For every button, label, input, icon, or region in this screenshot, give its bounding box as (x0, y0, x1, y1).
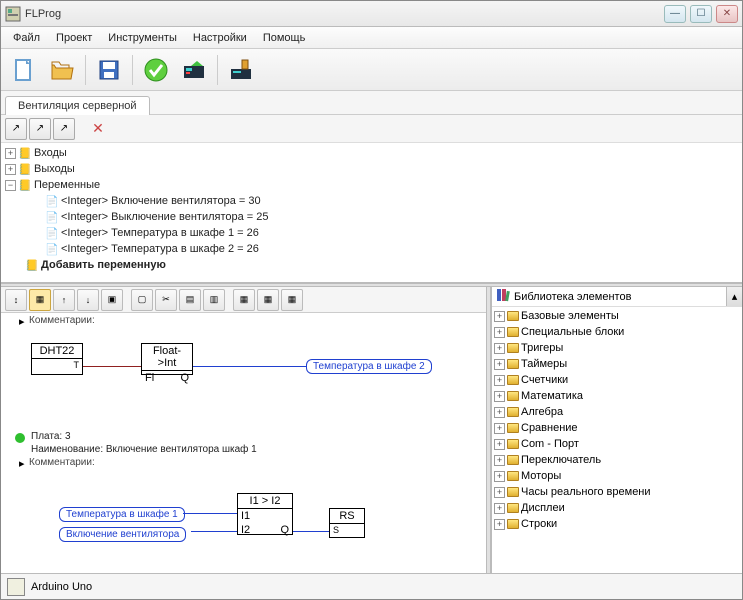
lib-item-5[interactable]: +Математика (494, 388, 740, 404)
ctb-9[interactable]: ▥ (203, 289, 225, 311)
lib-item-2[interactable]: +Тригеры (494, 340, 740, 356)
ctb-10[interactable]: ▦ (233, 289, 255, 311)
block-comparator[interactable]: I1 > I2 I1 I2Q (237, 493, 293, 535)
library-header: Библиотека элементов ▴ (492, 287, 742, 307)
new-file-button[interactable] (7, 53, 41, 87)
arrow-icon: ▸ (19, 315, 25, 328)
tab-project[interactable]: Вентиляция серверной (5, 96, 150, 115)
canvas-toolbar: ↕ ▦ ↑ ↓ ▣ ▢ ✂ ▤ ▥ ▦ ▦ ▦ (1, 287, 486, 313)
comments-label-1: Комментарии: (29, 315, 95, 326)
menu-help[interactable]: Помощь (255, 30, 314, 46)
tree-outputs[interactable]: +📒Выходы (5, 161, 738, 177)
block-rs[interactable]: RS S (329, 508, 365, 538)
diagram-canvas[interactable]: Комментарии: ▸ DHT22 T Float->Int FlQ (1, 313, 486, 573)
statusbar: Arduino Uno (1, 573, 742, 599)
lib-item-1[interactable]: +Специальные блоки (494, 324, 740, 340)
project-tree[interactable]: +📒Входы +📒Выходы −📒Переменные 📄<Integer>… (1, 143, 742, 283)
ctb-2[interactable]: ▦ (29, 289, 51, 311)
tree-variables[interactable]: −📒Переменные (5, 177, 738, 193)
tree-add-variable[interactable]: 📒Добавить переменную (5, 257, 738, 273)
menubar: Файл Проект Инструменты Настройки Помощь (1, 27, 742, 49)
plata-label: Плата: 3 (31, 431, 71, 442)
compile-button[interactable] (177, 53, 211, 87)
var-oval-temp2[interactable]: Температура в шкафе 2 (306, 359, 432, 374)
var-oval-temp1[interactable]: Температура в шкафе 1 (59, 507, 185, 522)
tree-var-3[interactable]: 📄<Integer> Температура в шкафе 2 = 26 (5, 241, 738, 257)
library-pane: Библиотека элементов ▴ +Базовые элементы… (491, 287, 742, 573)
block-dht22[interactable]: DHT22 T (31, 343, 83, 375)
lib-item-11[interactable]: +Часы реального времени (494, 484, 740, 500)
menu-file[interactable]: Файл (5, 30, 48, 46)
close-button[interactable]: ✕ (716, 5, 738, 23)
library-tree[interactable]: +Базовые элементы +Специальные блоки +Тр… (492, 307, 742, 573)
board-icon (7, 578, 25, 596)
lib-item-7[interactable]: +Сравнение (494, 420, 740, 436)
lib-item-0[interactable]: +Базовые элементы (494, 308, 740, 324)
ctb-cut[interactable]: ✂ (155, 289, 177, 311)
green-indicator (15, 433, 25, 443)
outline-btn-1[interactable]: ↗ (5, 118, 27, 140)
comments-label-2: Комментарии: (29, 457, 95, 468)
project-tabs: Вентиляция серверной (1, 91, 742, 115)
board-label: Arduino Uno (31, 581, 92, 593)
ctb-11[interactable]: ▦ (257, 289, 279, 311)
menu-settings[interactable]: Настройки (185, 30, 255, 46)
library-title: Библиотека элементов (514, 291, 631, 303)
port-t: T (32, 359, 82, 371)
ctb-1[interactable]: ↕ (5, 289, 27, 311)
naimenovanie-label: Наименование: Включение вентилятора шкаф… (31, 444, 257, 455)
outline-toolbar: ↗ ↗ ↗ ✕ (1, 115, 742, 143)
open-file-button[interactable] (45, 53, 79, 87)
ctb-12[interactable]: ▦ (281, 289, 303, 311)
lib-item-13[interactable]: +Строки (494, 516, 740, 532)
lib-item-8[interactable]: +Com - Порт (494, 436, 740, 452)
menu-tools[interactable]: Инструменты (100, 30, 185, 46)
menu-project[interactable]: Проект (48, 30, 100, 46)
scroll-up-icon[interactable]: ▴ (726, 287, 742, 306)
lib-item-4[interactable]: +Счетчики (494, 372, 740, 388)
ctb-copy[interactable]: ▢ (131, 289, 153, 311)
lib-item-12[interactable]: +Дисплеи (494, 500, 740, 516)
outline-btn-3[interactable]: ↗ (53, 118, 75, 140)
app-icon (5, 6, 21, 22)
outline-btn-2[interactable]: ↗ (29, 118, 51, 140)
maximize-button[interactable]: ☐ (690, 5, 712, 23)
window-title: FLProg (25, 8, 664, 20)
arrow-icon-2: ▸ (19, 457, 25, 470)
minimize-button[interactable]: — (664, 5, 686, 23)
canvas-pane: ↕ ▦ ↑ ↓ ▣ ▢ ✂ ▤ ▥ ▦ ▦ ▦ Комментарии: ▸ (1, 287, 486, 573)
tree-var-2[interactable]: 📄<Integer> Температура в шкафе 1 = 26 (5, 225, 738, 241)
outline-close-button[interactable]: ✕ (87, 118, 109, 140)
tree-var-1[interactable]: 📄<Integer> Выключение вентилятора = 25 (5, 209, 738, 225)
ctb-down[interactable]: ↓ (77, 289, 99, 311)
tree-inputs[interactable]: +📒Входы (5, 145, 738, 161)
lib-item-10[interactable]: +Моторы (494, 468, 740, 484)
check-button[interactable] (139, 53, 173, 87)
lib-item-9[interactable]: +Переключатель (494, 452, 740, 468)
upload-button[interactable] (224, 53, 258, 87)
main-toolbar (1, 49, 742, 91)
ctb-up[interactable]: ↑ (53, 289, 75, 311)
ctb-5[interactable]: ▣ (101, 289, 123, 311)
save-button[interactable] (92, 53, 126, 87)
lib-item-3[interactable]: +Таймеры (494, 356, 740, 372)
tree-var-0[interactable]: 📄<Integer> Включение вентилятора = 30 (5, 193, 738, 209)
lib-item-6[interactable]: +Алгебра (494, 404, 740, 420)
ctb-paste[interactable]: ▤ (179, 289, 201, 311)
block-float-to-int[interactable]: Float->Int FlQ (141, 343, 193, 375)
titlebar: FLProg — ☐ ✕ (1, 1, 742, 27)
var-oval-fan-on[interactable]: Включение вентилятора (59, 527, 186, 542)
library-icon (496, 288, 510, 305)
